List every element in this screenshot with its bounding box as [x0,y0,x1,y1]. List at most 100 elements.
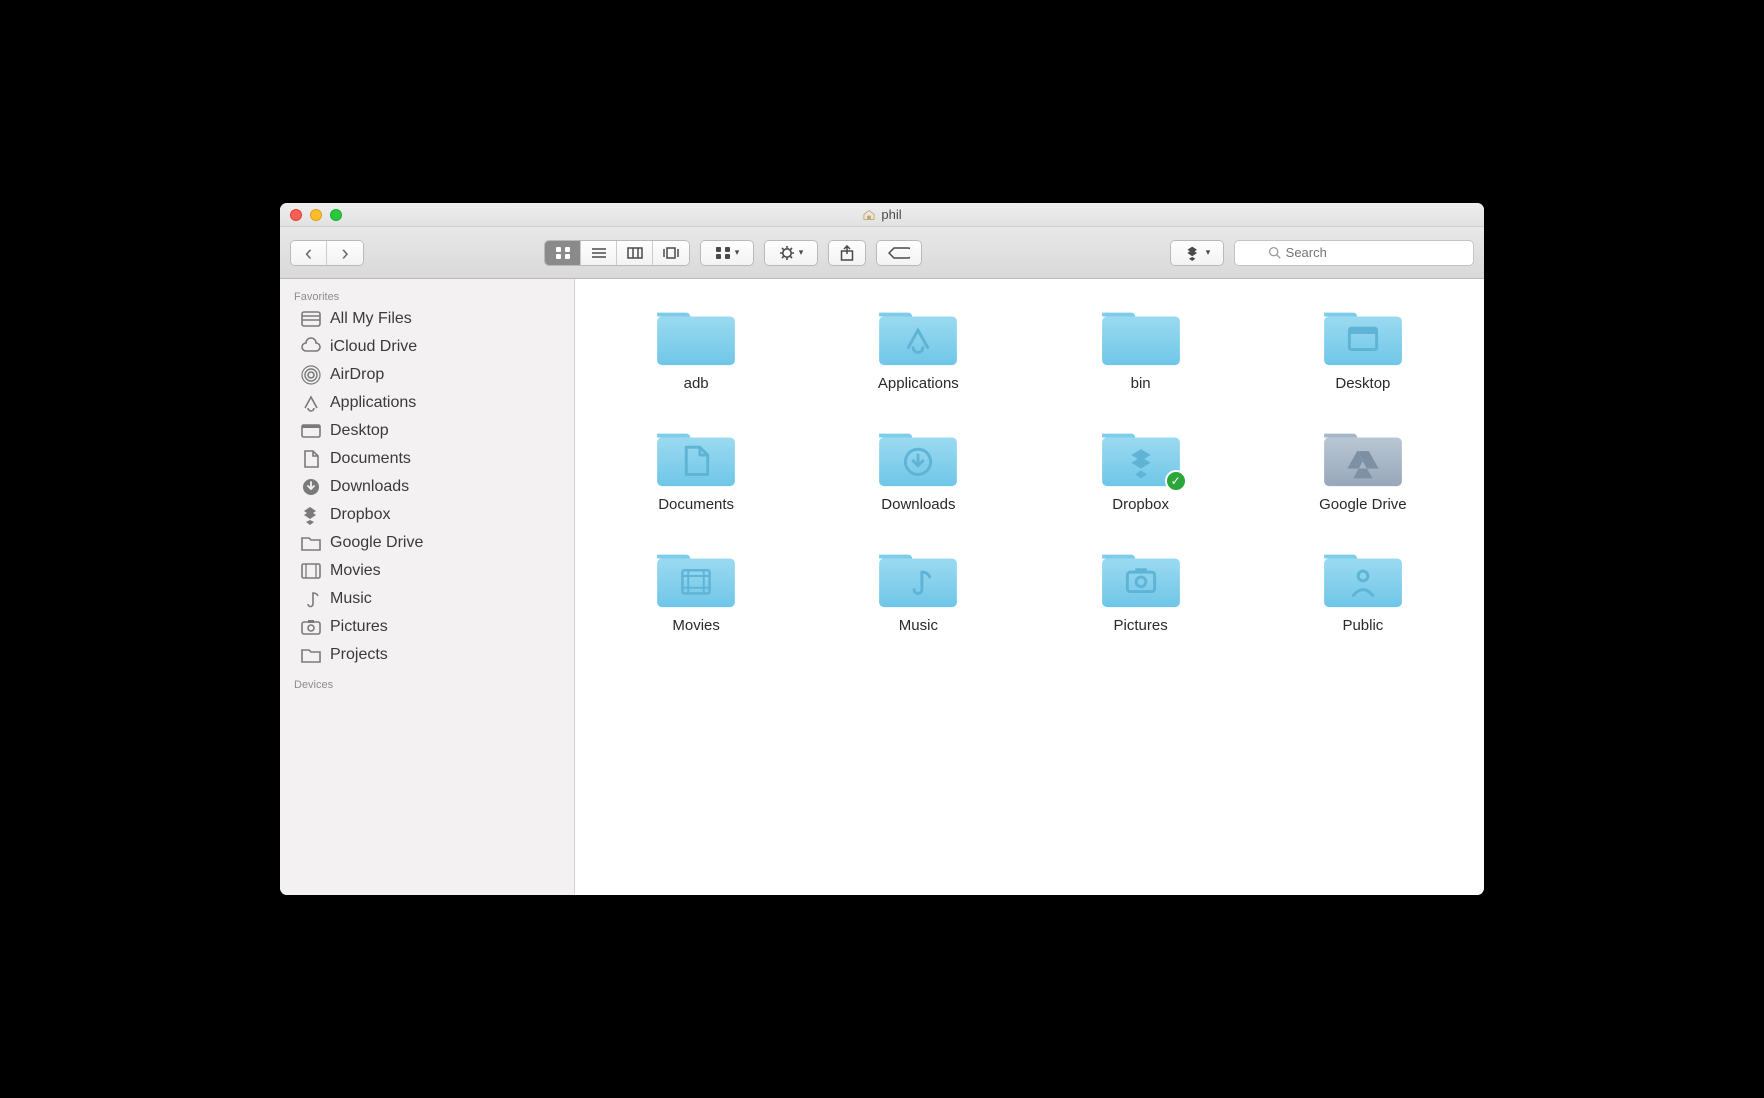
folder-bin[interactable]: bin [1050,299,1232,392]
sidebar-item-label: AirDrop [330,366,384,384]
titlebar: phil [280,203,1484,227]
dropbox-toolbar-button[interactable]: ▾ [1171,241,1223,265]
back-button[interactable]: ‹ [291,241,327,265]
sidebar-item-label: Projects [330,646,388,664]
sidebar-item-airdrop[interactable]: AirDrop [280,361,574,389]
finder-window: phil ‹ › ▾ [280,203,1484,895]
folder-icon [1319,420,1407,490]
folder-label: Documents [658,496,734,513]
sidebar-item-pictures[interactable]: Pictures [280,613,574,641]
sidebar-section-favorites: Favorites [280,287,574,305]
share-button[interactable] [829,241,865,265]
sidebar-item-label: Documents [330,450,411,468]
downloads-icon [300,478,322,496]
folder-documents[interactable]: Documents [605,420,787,513]
folder-adb[interactable]: adb [605,299,787,392]
action-button-group: ▾ [764,240,818,266]
action-button[interactable]: ▾ [765,241,817,265]
folder-desktop[interactable]: Desktop [1272,299,1454,392]
sidebar-item-label: iCloud Drive [330,338,417,356]
desktop-icon [300,422,322,440]
folder-label: Applications [878,375,959,392]
home-icon [862,208,876,222]
sidebar-item-label: Movies [330,562,381,580]
folder-label: Google Drive [1319,496,1407,513]
folder-label: Downloads [881,496,955,513]
folder-icon [1097,541,1185,611]
sidebar-item-all-my-files[interactable]: All My Files [280,305,574,333]
sidebar-item-label: Applications [330,394,416,412]
list-view-button[interactable] [581,241,617,265]
sidebar-item-documents[interactable]: Documents [280,445,574,473]
folder-label: Pictures [1114,617,1168,634]
music-icon [300,590,322,608]
folder-downloads[interactable]: Downloads [827,420,1009,513]
pictures-icon [300,618,322,636]
sidebar-item-downloads[interactable]: Downloads [280,473,574,501]
sidebar-item-label: Pictures [330,618,388,636]
folder-icon [1319,541,1407,611]
folder-icon [874,299,962,369]
folder-icon [300,534,322,552]
sidebar-item-label: Music [330,590,372,608]
movies-icon [300,562,322,580]
folder-movies[interactable]: Movies [605,541,787,634]
content-area[interactable]: adb Applications bin Desktop Documents Downlo… [575,279,1484,895]
window-title: phil [280,207,1484,222]
folder-icon [874,541,962,611]
sidebar: Favorites All My Files iCloud Drive AirDro… [280,279,575,895]
applications-icon [300,394,322,412]
folder-label: Desktop [1335,375,1390,392]
tags-button[interactable] [877,241,921,265]
folder-music[interactable]: Music [827,541,1009,634]
sidebar-item-music[interactable]: Music [280,585,574,613]
icon-view-button[interactable] [545,241,581,265]
arrange-button-group: ▾ [700,240,754,266]
view-mode-buttons [544,240,690,266]
folder-google-drive[interactable]: Google Drive [1272,420,1454,513]
folder-public[interactable]: Public [1272,541,1454,634]
icon-grid: adb Applications bin Desktop Documents Downlo… [605,299,1454,634]
sidebar-item-movies[interactable]: Movies [280,557,574,585]
window-title-text: phil [881,207,901,222]
sidebar-item-google-drive[interactable]: Google Drive [280,529,574,557]
forward-button[interactable]: › [327,241,363,265]
arrange-button[interactable]: ▾ [701,241,753,265]
folder-icon: ✓ [1097,420,1185,490]
search-icon [1268,246,1281,259]
sidebar-item-dropbox[interactable]: Dropbox [280,501,574,529]
cloud-icon [300,338,322,356]
folder-icon [1319,299,1407,369]
tags-button-group [876,240,922,266]
folder-pictures[interactable]: Pictures [1050,541,1232,634]
sidebar-item-label: All My Files [330,310,412,328]
sidebar-item-icloud-drive[interactable]: iCloud Drive [280,333,574,361]
sidebar-item-label: Dropbox [330,506,390,524]
folder-dropbox[interactable]: ✓Dropbox [1050,420,1232,513]
search-input[interactable] [1286,245,1441,260]
share-button-group [828,240,866,266]
sidebar-item-projects[interactable]: Projects [280,641,574,669]
sidebar-item-applications[interactable]: Applications [280,389,574,417]
dropbox-toolbar-group: ▾ [1170,240,1224,266]
column-view-button[interactable] [617,241,653,265]
folder-icon [300,646,322,664]
sidebar-item-desktop[interactable]: Desktop [280,417,574,445]
folder-icon [652,420,740,490]
folder-icon [652,299,740,369]
nav-buttons: ‹ › [290,240,364,266]
search-field[interactable] [1234,240,1474,266]
sidebar-item-label: Desktop [330,422,389,440]
folder-label: bin [1131,375,1151,392]
folder-label: Public [1342,617,1383,634]
folder-label: Music [899,617,938,634]
sync-badge-icon: ✓ [1165,470,1187,492]
coverflow-view-button[interactable] [653,241,689,265]
folder-label: adb [684,375,709,392]
toolbar: ‹ › ▾ ▾ [280,227,1484,279]
sidebar-item-label: Google Drive [330,534,423,552]
sidebar-section-devices: Devices [280,675,574,693]
folder-icon [1097,299,1185,369]
window-body: Favorites All My Files iCloud Drive AirDro… [280,279,1484,895]
folder-applications[interactable]: Applications [827,299,1009,392]
